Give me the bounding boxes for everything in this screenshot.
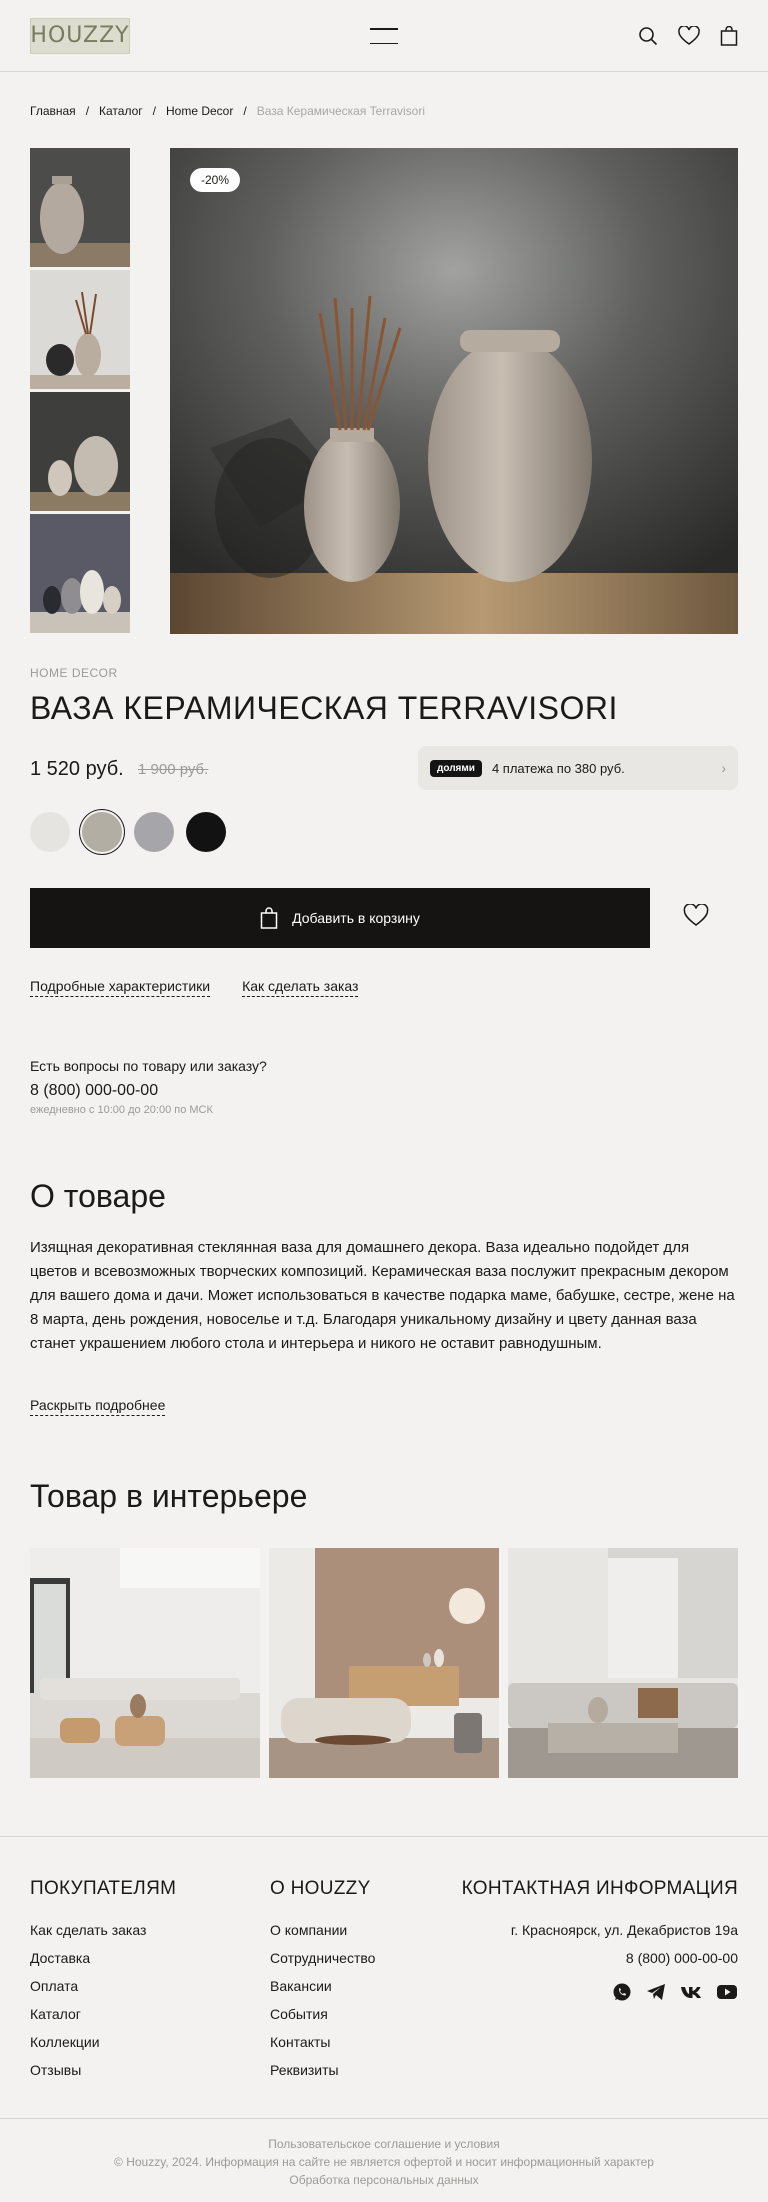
footer-link[interactable]: События: [270, 2006, 375, 2034]
footer-link[interactable]: Реквизиты: [270, 2062, 375, 2090]
privacy-link[interactable]: Обработка персональных данных: [0, 2173, 768, 2187]
price: 1 520 руб.: [30, 758, 124, 780]
contact-question: Есть вопросы по товару или заказу?: [30, 1058, 267, 1074]
discount-badge: -20%: [190, 168, 241, 192]
contact-phone[interactable]: 8 (800) 000-00-00: [30, 1082, 158, 1100]
footer-about-title: О HOUZZY: [270, 1878, 371, 1899]
footer-link[interactable]: Вакансии: [270, 1978, 375, 2006]
site-header: HOUZZY: [0, 0, 768, 72]
copyright: © Houzzy, 2024. Информация на сайте не я…: [114, 2155, 654, 2169]
footer-link[interactable]: О компании: [270, 1922, 375, 1950]
footer-contacts-title: КОНТАКТНАЯ ИНФОРМАЦИЯ: [461, 1878, 738, 1899]
interior-image-3[interactable]: [508, 1548, 738, 1778]
about-text: Изящная декоративная стеклянная ваза для…: [30, 1239, 735, 1352]
footer-link[interactable]: Сотрудничество: [270, 1950, 375, 1978]
youtube-icon[interactable]: [716, 1982, 738, 2002]
add-to-cart-label: Добавить в корзину: [292, 910, 420, 926]
breadcrumb-separator: /: [152, 104, 156, 118]
thumbnail-4[interactable]: [30, 514, 130, 633]
main-product-image[interactable]: -20%: [170, 148, 738, 634]
add-to-cart-button[interactable]: Добавить в корзину: [30, 888, 650, 948]
footer-divider: [0, 1836, 768, 1837]
breadcrumb-catalog[interactable]: Каталог: [99, 104, 143, 118]
product-gallery: -20%: [30, 148, 738, 634]
whatsapp-icon[interactable]: [612, 1982, 632, 2002]
heart-icon[interactable]: [678, 25, 700, 46]
footer-link[interactable]: Отзывы: [30, 2062, 176, 2090]
product-title: ВАЗА КЕРАМИЧЕСКАЯ TERRAVISORI: [30, 690, 618, 726]
logo[interactable]: HOUZZY: [30, 17, 130, 54]
menu-icon[interactable]: [370, 28, 398, 44]
footer-link[interactable]: Контакты: [270, 2034, 375, 2062]
interior-image-2[interactable]: [269, 1548, 499, 1778]
chevron-right-icon: ›: [721, 760, 726, 776]
footer-bottom-divider: [0, 2118, 768, 2119]
vk-icon[interactable]: [680, 1982, 702, 2002]
terms-link[interactable]: Пользовательское соглашение и условия: [0, 2137, 768, 2151]
header-actions: [638, 25, 738, 46]
contact-hours: ежедневно с 10:00 до 20:00 по МСК: [30, 1104, 213, 1116]
expand-link-label: Раскрыть подробнее: [30, 1397, 166, 1416]
breadcrumb-home[interactable]: Главная: [30, 104, 76, 118]
interior-heading: Товар в интерьере: [30, 1478, 308, 1514]
specs-link[interactable]: Подробные характеристики: [30, 978, 211, 997]
footer-address: г. Красноярск, ул. Декабристов 19а: [510, 1922, 738, 1938]
telegram-icon[interactable]: [646, 1982, 666, 2002]
installments-text: 4 платежа по 380 руб.: [491, 760, 625, 776]
product-links: Подробные характеристики Как сделать зак…: [30, 978, 359, 997]
product-category: HOME DECOR: [30, 666, 118, 680]
bag-icon[interactable]: [720, 25, 738, 46]
favorite-heart-icon[interactable]: [683, 904, 709, 928]
color-swatch-black[interactable]: [186, 812, 226, 852]
dolyami-logo: долями: [430, 759, 482, 777]
footer-customers-title: ПОКУПАТЕЛЯМ: [30, 1878, 177, 1899]
expand-link[interactable]: Раскрыть подробнее: [30, 1397, 166, 1416]
footer-link[interactable]: Коллекции: [30, 2034, 176, 2062]
color-swatches: [30, 812, 226, 852]
old-price: 1 900 руб.: [138, 761, 209, 778]
installments-banner[interactable]: долями 4 платежа по 380 руб. ›: [418, 746, 738, 790]
footer-phone[interactable]: 8 (800) 000-00-00: [462, 1950, 738, 1978]
footer-link[interactable]: Оплата: [30, 1978, 176, 2006]
social-links: [462, 1982, 738, 2002]
footer-customers: ПОКУПАТЕЛЯМ Как сделать заказ Доставка О…: [30, 1878, 176, 2090]
interior-image-1[interactable]: [30, 1548, 260, 1778]
thumbnail-1[interactable]: [30, 148, 130, 267]
bag-icon: [260, 907, 278, 929]
footer-contacts: КОНТАКТНАЯ ИНФОРМАЦИЯ г. Красноярск, ул.…: [462, 1878, 738, 2002]
thumbnail-2[interactable]: [30, 270, 130, 389]
color-swatch-grey[interactable]: [134, 812, 174, 852]
footer-about: О HOUZZY О компании Сотрудничество Вакан…: [270, 1878, 375, 2090]
breadcrumb-home-decor[interactable]: Home Decor: [166, 104, 233, 118]
footer-link[interactable]: Каталог: [30, 2006, 176, 2034]
footer-link[interactable]: Доставка: [30, 1950, 176, 1978]
color-swatch-beige[interactable]: [82, 812, 122, 852]
about-heading: О товаре: [30, 1178, 166, 1214]
how-to-order-link[interactable]: Как сделать заказ: [242, 978, 359, 997]
footer-link[interactable]: Как сделать заказ: [30, 1922, 176, 1950]
breadcrumb-current: Ваза Керамическая Terravisori: [256, 104, 426, 118]
breadcrumb-separator: /: [85, 104, 90, 118]
breadcrumb-separator: /: [243, 104, 247, 118]
thumbnail-3[interactable]: [30, 392, 130, 511]
breadcrumb: Главная / Каталог / Home Decor / Ваза Ке…: [0, 72, 768, 128]
search-icon[interactable]: [638, 26, 658, 46]
color-swatch-light[interactable]: [30, 812, 70, 852]
